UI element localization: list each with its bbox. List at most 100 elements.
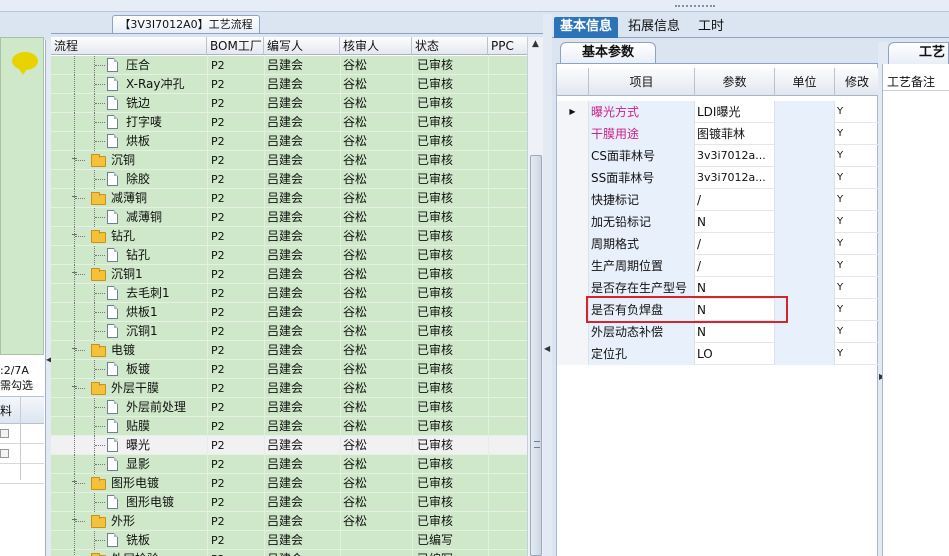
col-header-bom[interactable]: BOM工厂 [207,37,264,55]
param-value[interactable]: / [695,189,775,211]
param-unit[interactable] [775,343,835,365]
param-row[interactable]: 外层动态补偿 N Y [557,321,879,343]
table-row[interactable]: 贴膜 P2 吕建会 谷松 已审核 [51,417,527,436]
param-unit[interactable] [775,321,835,343]
table-row[interactable]: − 外层干膜 P2 吕建会 谷松 已审核 [51,379,527,398]
param-value[interactable]: LO [695,343,775,365]
param-unit[interactable] [775,211,835,233]
col-header-modify[interactable]: 修改 [835,68,879,96]
process-flow-title-tab[interactable]: 【3V3I7012A0】工艺流程 [112,15,260,34]
param-value[interactable]: LDI曝光 [695,101,775,123]
table-row[interactable]: − 图形电镀 P2 吕建会 谷松 已审核 [51,474,527,493]
collapse-node-icon[interactable]: − [71,230,78,239]
param-row[interactable]: CS面菲林号 3v3i7012a... Y [557,145,879,167]
row-indicator[interactable] [557,189,589,211]
row-indicator[interactable] [557,343,589,365]
param-unit[interactable] [775,101,835,123]
param-row[interactable]: 快捷标记 / Y [557,189,879,211]
current-row-icon[interactable]: ▶ [557,101,589,123]
param-unit[interactable] [775,145,835,167]
scroll-thumb[interactable] [530,155,542,556]
collapse-node-icon[interactable]: − [71,268,78,277]
left-panel-row[interactable] [0,464,44,484]
middle-splitter[interactable]: ◀ [543,14,552,556]
table-row[interactable]: − 减薄铜 P2 吕建会 谷松 已审核 [51,189,527,208]
param-value[interactable]: 图镀菲林 [695,123,775,145]
table-row[interactable]: − 沉铜1 P2 吕建会 谷松 已审核 [51,265,527,284]
table-row[interactable]: 钻孔 P2 吕建会 谷松 已审核 [51,246,527,265]
comment-icon[interactable] [12,52,38,75]
collapse-node-icon[interactable]: − [71,477,78,486]
table-row[interactable]: − 沉铜 P2 吕建会 谷松 已审核 [51,151,527,170]
table-row[interactable]: 曝光 P2 吕建会 谷松 已审核 [51,436,527,455]
row-indicator[interactable] [557,255,589,277]
row-indicator[interactable] [557,145,589,167]
tab-process[interactable]: 工艺 [888,42,949,64]
col-header-reviewer[interactable]: 核审人 [340,37,412,55]
table-row[interactable]: 外层前处理 P2 吕建会 谷松 已审核 [51,398,527,417]
col-header-value[interactable]: 参数 [695,68,775,96]
param-unit[interactable] [775,123,835,145]
table-row[interactable]: −外层检验P2吕建会已编写 [51,550,527,556]
table-row[interactable]: 打字唛 P2 吕建会 谷松 已审核 [51,113,527,132]
row-indicator[interactable] [557,321,589,343]
table-row[interactable]: − 钻孔 P2 吕建会 谷松 已审核 [51,227,527,246]
col-header-writer[interactable]: 编写人 [264,37,340,55]
scroll-up-icon[interactable]: ▲ [528,39,543,53]
param-row[interactable]: 加无铅标记 N Y [557,211,879,233]
param-row[interactable]: 生产周期位置 / Y [557,255,879,277]
param-row[interactable]: 定位孔 LO Y [557,343,879,365]
row-indicator[interactable] [557,123,589,145]
grid-scrollbar[interactable]: ▲ [527,37,543,556]
tab-basic-params[interactable]: 基本参数 [560,42,656,64]
param-value[interactable]: / [695,233,775,255]
col-header-status[interactable]: 状态 [412,37,488,55]
row-indicator[interactable] [557,211,589,233]
table-row[interactable]: 图形电镀 P2 吕建会 谷松 已审核 [51,493,527,512]
param-value[interactable]: N [695,211,775,233]
row-indicator[interactable] [557,299,589,321]
table-row[interactable]: X-Ray冲孔 P2 吕建会 谷松 已审核 [51,75,527,94]
row-indicator[interactable] [557,233,589,255]
param-value[interactable]: / [695,255,775,277]
table-row[interactable]: 显影 P2 吕建会 谷松 已审核 [51,455,527,474]
tab-work-hours[interactable]: 工时 [692,17,730,38]
collapse-node-icon[interactable]: − [71,344,78,353]
row-checkbox[interactable] [0,429,9,438]
table-row[interactable]: 去毛刺1 P2 吕建会 谷松 已审核 [51,284,527,303]
table-row[interactable]: 铣边 P2 吕建会 谷松 已审核 [51,94,527,113]
param-value[interactable]: N [695,321,775,343]
col-header-ppc[interactable]: PPC [488,37,527,55]
collapse-node-icon[interactable]: − [71,382,78,391]
param-value[interactable]: 3v3i7012a... [695,167,775,189]
left-panel-row[interactable] [0,424,44,444]
table-row[interactable]: 压合 P2 吕建会 谷松 已审核 [51,56,527,75]
param-unit[interactable] [775,167,835,189]
col-header-process[interactable]: 流程 [51,37,207,55]
table-row[interactable]: − 外形 P2 吕建会 谷松 已审核 [51,512,527,531]
collapse-middle-icon[interactable]: ◀ [544,344,550,353]
param-unit[interactable] [775,189,835,211]
table-row[interactable]: 烘板 P2 吕建会 谷松 已审核 [51,132,527,151]
param-unit[interactable] [775,255,835,277]
row-checkbox[interactable] [0,449,9,458]
table-row[interactable]: 除胶 P2 吕建会 谷松 已审核 [51,170,527,189]
param-row[interactable]: ▶ 曝光方式 LDI曝光 Y [557,101,879,123]
collapse-node-icon[interactable]: − [71,515,78,524]
row-indicator[interactable] [557,167,589,189]
param-row[interactable]: 干膜用途 图镀菲林 Y [557,123,879,145]
table-row[interactable]: 沉铜1 P2 吕建会 谷松 已审核 [51,322,527,341]
tab-extended-info[interactable]: 拓展信息 [622,17,686,38]
param-value[interactable]: 3v3i7012a... [695,145,775,167]
param-unit[interactable] [775,233,835,255]
table-row[interactable]: − 电镀 P2 吕建会 谷松 已审核 [51,341,527,360]
row-indicator[interactable] [557,277,589,299]
table-row[interactable]: 板镀 P2 吕建会 谷松 已审核 [51,360,527,379]
col-header-item[interactable]: 项目 [589,68,695,96]
collapse-node-icon[interactable]: − [71,192,78,201]
left-panel-row[interactable] [0,444,44,464]
tab-basic-info[interactable]: 基本信息 [554,17,619,38]
table-row[interactable]: 减薄铜 P2 吕建会 谷松 已审核 [51,208,527,227]
param-row[interactable]: SS面菲林号 3v3i7012a... Y [557,167,879,189]
table-row[interactable]: 铣板 P2 吕建会 已编写 [51,531,527,550]
